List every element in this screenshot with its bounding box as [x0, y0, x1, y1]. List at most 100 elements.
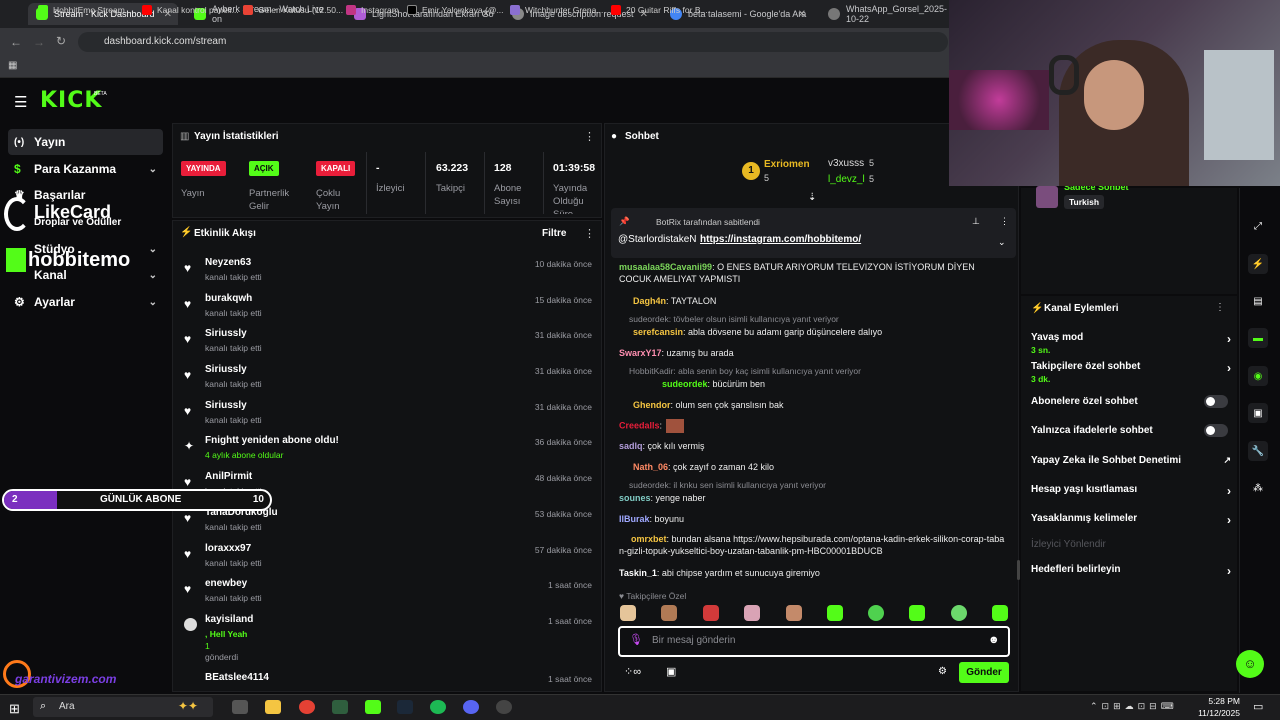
followers-chat-item[interactable]: Takipçilere özel sohbet 3 dk. ›: [1031, 361, 1231, 384]
send-button[interactable]: Gönder: [959, 662, 1009, 683]
filter-button[interactable]: Filtre: [542, 228, 566, 239]
beta-badge: BETA: [94, 91, 107, 97]
emoji-icon[interactable]: ☻: [988, 634, 1000, 646]
leader-name[interactable]: v3xusss: [828, 158, 864, 169]
emote-icon[interactable]: [868, 605, 884, 621]
steam-icon[interactable]: [397, 700, 413, 714]
wrench-icon[interactable]: 🔧: [1248, 441, 1268, 461]
support-chat-icon[interactable]: ☺: [1236, 650, 1264, 678]
chart-icon: ▥: [180, 131, 190, 142]
chat-message: Dagh4n: TAYTALON: [633, 296, 717, 306]
emote-icon[interactable]: [744, 605, 760, 621]
broadcast-icon[interactable]: ◉: [1248, 366, 1268, 386]
chat-message: omrxbet: bundan alsana https://www.hepsi…: [619, 534, 1005, 556]
more-icon[interactable]: ⋮: [584, 227, 595, 240]
bookmark-instagram[interactable]: Instagram: [346, 5, 399, 15]
apps-grid-icon[interactable]: ▦: [8, 60, 17, 71]
gear-icon[interactable]: ⚙: [938, 666, 947, 677]
stat-label: Çoklu Yayın: [316, 188, 341, 212]
file-explorer-icon[interactable]: [265, 700, 281, 714]
spotify-icon[interactable]: [430, 700, 446, 714]
kick-coins-icon[interactable]: ⁘∞: [624, 665, 641, 678]
subs-chat-toggle[interactable]: [1204, 395, 1228, 408]
emote-icon[interactable]: [703, 605, 719, 621]
chrome-icon[interactable]: [299, 700, 315, 714]
raid-item: İzleyici Yönlendir: [1031, 539, 1106, 550]
kick-app-icon[interactable]: [365, 700, 381, 714]
arrow-down-icon[interactable]: ⇣: [808, 192, 816, 203]
globe-icon: [828, 8, 840, 20]
more-icon[interactable]: ⋮: [1215, 302, 1225, 313]
bookmark-hobbitemo[interactable]: HobbitEmo Stream...: [38, 5, 132, 15]
reload-icon[interactable]: ↻: [56, 34, 66, 48]
sidebar-item-para-kazanma[interactable]: $ Para Kazanma ⌄: [8, 156, 163, 182]
url-input[interactable]: dashboard.kick.com/stream: [78, 32, 948, 52]
reply-context: sudeordek: il knku sen isimli kullanıcıy…: [629, 480, 826, 490]
system-tray[interactable]: ⌃⊡⊞☁⊡⊟⌨: [1090, 701, 1178, 712]
goal-current: 2: [12, 494, 18, 505]
likecard-overlay: LikeCard: [34, 202, 112, 222]
list-item: ♥ enewbey kanalı takip etti 1 saat önce: [184, 578, 592, 603]
forward-icon[interactable]: →: [33, 35, 45, 49]
apps-icon[interactable]: ⁂: [1248, 478, 1268, 498]
emote-icon[interactable]: [661, 605, 677, 621]
subs-value: 128: [494, 162, 512, 174]
banned-words-item[interactable]: Yasaklanmış kelimeler ›: [1031, 513, 1231, 527]
emote-icon[interactable]: [786, 605, 802, 621]
discord-icon[interactable]: [463, 700, 479, 714]
fullscreen-icon[interactable]: ⤢: [1248, 216, 1268, 236]
heart-icon: ♥: [184, 332, 192, 346]
leader-name[interactable]: Exriomen: [764, 159, 810, 170]
bookmark-x[interactable]: Emir Yalçınkaya (@...: [407, 5, 504, 15]
unpin-icon[interactable]: ⊥: [972, 216, 980, 227]
chevron-down-icon[interactable]: ⌄: [998, 237, 1006, 248]
hobbitemo-overlay: hobbitemo: [28, 249, 131, 271]
pinned-link[interactable]: https://instagram.com/hobbitemo/: [700, 234, 861, 245]
leader-name[interactable]: l_devz_l: [828, 174, 865, 185]
list-item: ♥ loraxxx97 kanalı takip etti 57 dakika önc…: [184, 543, 592, 568]
rank-badge: 1: [742, 162, 760, 180]
obs-icon[interactable]: [496, 700, 512, 714]
bookmark-gmail[interactable]: Gelen Kutusu (12.50...: [243, 5, 343, 15]
bookmark-witchhunter[interactable]: Witchhunter Grena...: [510, 5, 603, 15]
app-icon[interactable]: [332, 700, 348, 714]
ai-moderation-item[interactable]: Yapay Zeka ile Sohbet Denetimi ↗: [1031, 455, 1231, 466]
windows-start-icon[interactable]: ⊞: [9, 701, 20, 717]
emote-icon[interactable]: [827, 605, 843, 621]
layout-icon[interactable]: ▣: [1248, 403, 1268, 423]
emote-icon[interactable]: [992, 605, 1008, 621]
emote-only-toggle[interactable]: [1204, 424, 1228, 437]
bookmark-youtube[interactable]: Kanal kontrol paneli...: [142, 5, 239, 15]
notification-icon[interactable]: ▭: [1253, 700, 1263, 713]
reply-context: sudeordek: tövbeler olsun isimli kullanı…: [629, 314, 839, 324]
account-age-item[interactable]: Hesap yaşı kısıtlaması ›: [1031, 484, 1231, 498]
list-item: ♥ TahaDorukoglu kanalı takip etti 53 dakika…: [184, 507, 592, 532]
emote-icon[interactable]: [909, 605, 925, 621]
scrollbar[interactable]: [1017, 560, 1020, 580]
chat-icon[interactable]: ▬: [1248, 328, 1268, 348]
more-icon[interactable]: ⋮: [584, 130, 595, 143]
goal-target: 10: [252, 494, 264, 505]
microphone-icon[interactable]: 🎙: [629, 633, 643, 646]
dollar-icon: $: [14, 162, 21, 176]
back-icon[interactable]: ←: [10, 35, 22, 49]
stat-label: Abone Sayısı: [494, 183, 522, 207]
slow-mode-item[interactable]: Yavaş mod 3 sn. ›: [1031, 332, 1231, 355]
close-tab-icon[interactable]: ✕: [798, 9, 806, 20]
task-view-icon[interactable]: [232, 700, 248, 714]
tab-whatsapp[interactable]: WhatsApp_Gorsel_2025-10-22: [820, 3, 950, 25]
more-icon[interactable]: ⋮: [1000, 216, 1009, 227]
menu-icon[interactable]: ☰: [14, 93, 27, 111]
list-item: kayisiland, Hell Yeah 1 gönderdi 1 saat önc…: [184, 614, 594, 662]
bookmark-guitar[interactable]: 20 Guitar Riffs for B...: [611, 5, 708, 15]
chat-message: Ghendor: olum sen çok şanslısın bak: [633, 400, 784, 410]
sidebar-item-yayin[interactable]: (•) Yayın: [8, 129, 163, 155]
bolt-icon[interactable]: ⚡: [1248, 254, 1268, 274]
document-icon[interactable]: ▤: [1248, 291, 1268, 311]
emote-icon[interactable]: [620, 605, 636, 621]
gift-icon[interactable]: ▣: [666, 665, 676, 678]
chevron-right-icon: ›: [1227, 332, 1231, 346]
emote-icon[interactable]: [951, 605, 967, 621]
goals-item[interactable]: Hedefleri belirleyin ›: [1031, 564, 1231, 578]
sidebar-item-ayarlar[interactable]: ⚙ Ayarlar ⌄: [8, 289, 163, 315]
